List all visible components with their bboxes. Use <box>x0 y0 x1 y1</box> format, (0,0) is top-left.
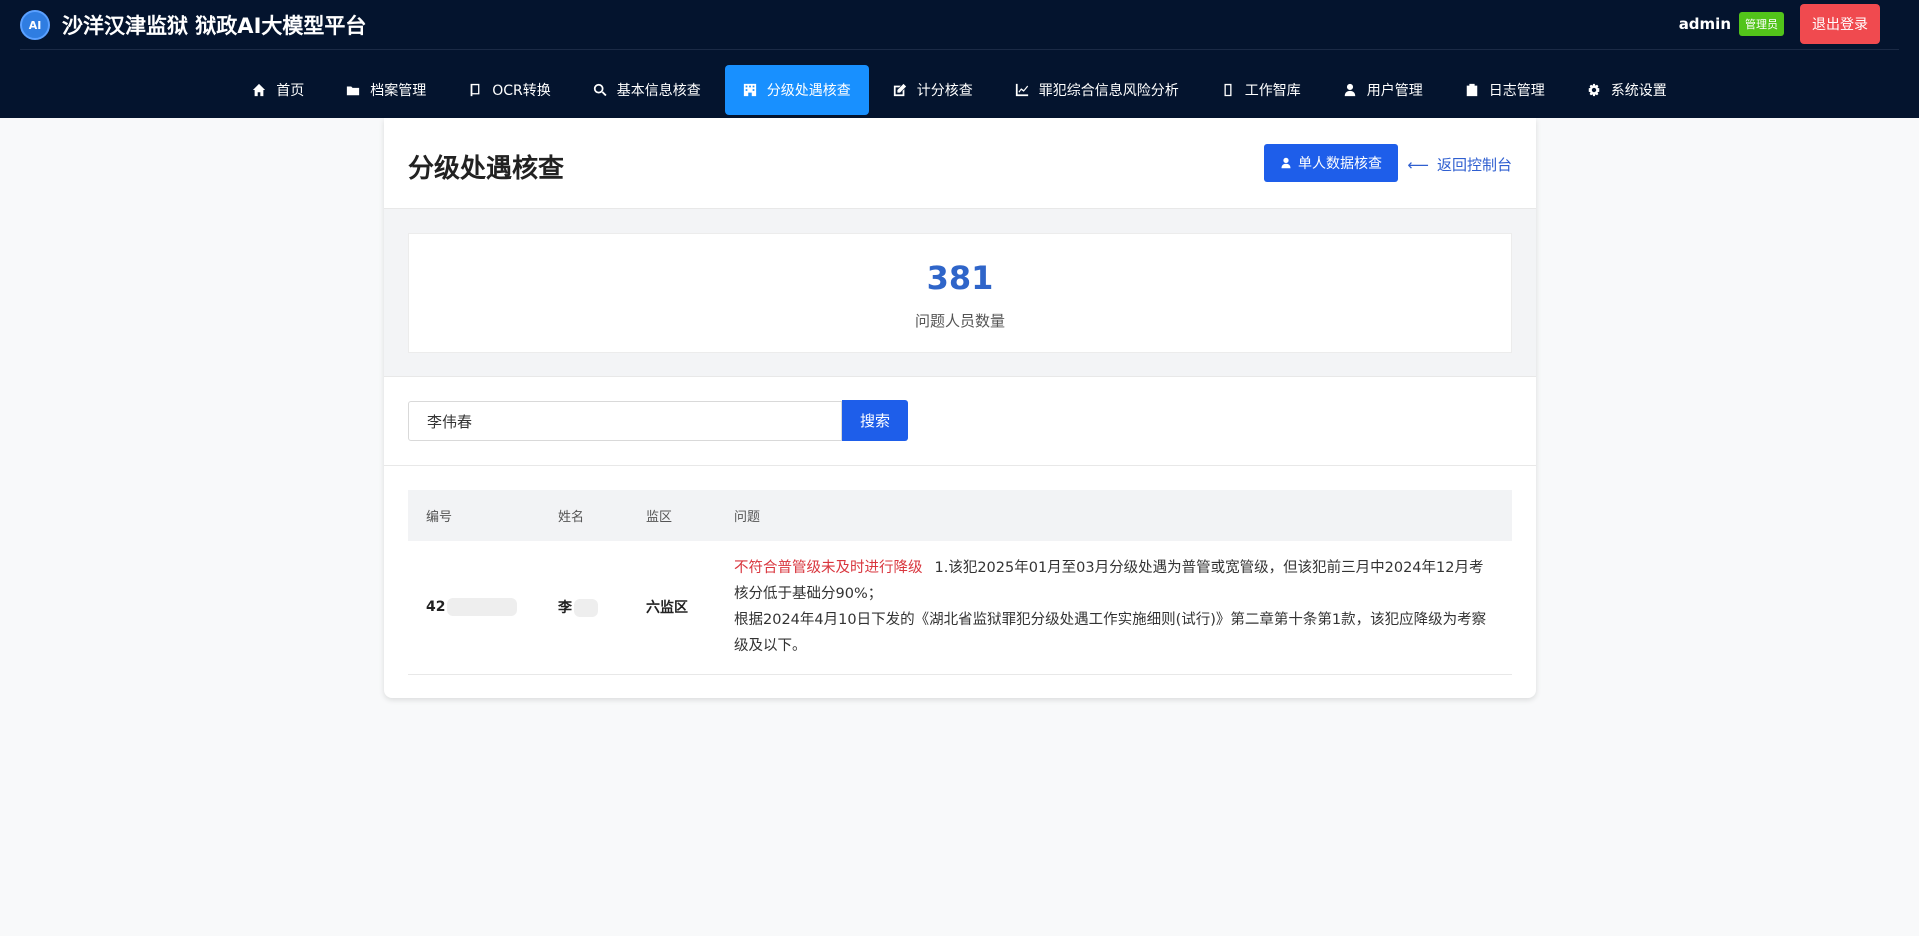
nav-item-grading[interactable]: 分级处遇核查 <box>724 65 869 115</box>
stat-value: 381 <box>926 259 994 297</box>
user-icon <box>1343 83 1357 97</box>
id-text: 42 <box>426 599 446 616</box>
cell-name: 李 <box>540 541 628 675</box>
nav-item-risk[interactable]: 罪犯综合信息风险分析 <box>997 65 1197 115</box>
column-header-name: 姓名 <box>558 510 585 525</box>
role-badge: 管理员 <box>1739 12 1784 36</box>
column-header-issue: 问题 <box>734 510 761 525</box>
stat-label: 问题人员数量 <box>914 312 1005 330</box>
issue-basis: 根据2024年4月10日下发的《湖北省监狱罪犯分级处遇工作实施细则(试行)》第二… <box>734 612 1487 655</box>
table-row: 42 李 六监区 不符合普管级未及时进行降级 1.该犯2025年01月至03月分级… <box>408 541 1512 675</box>
stat-card: 381 问题人员数量 <box>408 233 1512 353</box>
search-section: 搜索 <box>384 377 1536 466</box>
topbar-divider <box>20 49 1899 50</box>
nav-item-basic-info[interactable]: 基本信息核查 <box>575 65 719 115</box>
cell-id: 42 <box>408 541 540 675</box>
arrow-left-icon: ⟵ <box>1407 155 1429 174</box>
user-area: admin 管理员 退出登录 <box>1679 4 1880 44</box>
nav-item-ocr[interactable]: OCR转换 <box>450 65 569 115</box>
user-icon <box>1281 157 1291 169</box>
back-label: 返回控制台 <box>1436 156 1512 174</box>
results-table-wrap: 编号 姓名 监区 问题 42 李 六监区 不符合普管级未及时进行降级 1.该犯2… <box>384 466 1536 698</box>
stats-section: 381 问题人员数量 <box>384 209 1536 377</box>
cell-area: 六监区 <box>628 541 716 675</box>
brand: AI 沙洋汉津监狱 狱政AI大模型平台 <box>20 10 366 40</box>
back-to-console-link[interactable]: ⟵ 返回控制台 <box>1407 154 1512 175</box>
search-button[interactable]: 搜索 <box>842 400 908 441</box>
nav-label: 日志管理 <box>1488 83 1545 99</box>
clipboard-icon <box>1465 83 1479 97</box>
single-check-label: 单人数据核查 <box>1298 156 1382 172</box>
nav-label: 分级处遇核查 <box>766 83 851 99</box>
nav-label: 罪犯综合信息风险分析 <box>1038 83 1179 99</box>
search-input[interactable] <box>408 401 842 441</box>
main-card: 分级处遇核查 单人数据核查 ⟵ 返回控制台 381 问题人员数量 搜索 <box>384 118 1536 698</box>
gear-icon <box>1587 83 1601 97</box>
table-header-row: 编号 姓名 监区 问题 <box>408 490 1512 541</box>
nav-item-home[interactable]: 首页 <box>234 65 322 115</box>
nav-item-score[interactable]: 计分核查 <box>875 65 991 115</box>
nav-label: OCR转换 <box>492 83 551 99</box>
top-navbar: AI 沙洋汉津监狱 狱政AI大模型平台 admin 管理员 退出登录 首页 档案… <box>0 0 1919 118</box>
nav-label: 档案管理 <box>370 83 427 99</box>
nav-label: 工作智库 <box>1244 83 1301 99</box>
page-header: 分级处遇核查 单人数据核查 ⟵ 返回控制台 <box>384 118 1536 209</box>
nav-item-logs[interactable]: 日志管理 <box>1447 65 1563 115</box>
nav-item-settings[interactable]: 系统设置 <box>1569 65 1685 115</box>
home-icon <box>252 83 266 97</box>
nav-label: 首页 <box>276 83 305 99</box>
logo-icon: AI <box>20 10 50 40</box>
building-icon <box>743 83 757 97</box>
nav-item-knowledge[interactable]: 工作智库 <box>1203 65 1319 115</box>
masked-redaction <box>447 598 518 617</box>
nav-label: 用户管理 <box>1366 83 1423 99</box>
results-table: 编号 姓名 监区 问题 42 李 六监区 不符合普管级未及时进行降级 1.该犯2… <box>408 490 1512 675</box>
name-text: 李 <box>558 600 572 617</box>
nav-label: 计分核查 <box>916 83 973 99</box>
main-nav: 首页 档案管理 OCR转换 基本信息核查 分级处遇核查 计分核查 罪犯综合信息风… <box>0 65 1919 115</box>
nav-item-users[interactable]: 用户管理 <box>1325 65 1441 115</box>
column-header-id: 编号 <box>426 510 453 525</box>
book-icon <box>468 83 482 97</box>
column-header-area: 监区 <box>646 510 673 525</box>
username: admin <box>1678 15 1731 33</box>
edit-icon <box>893 83 907 97</box>
page-title: 分级处遇核查 <box>408 154 565 184</box>
nav-label: 系统设置 <box>1610 83 1667 99</box>
app-title: 沙洋汉津监狱 狱政AI大模型平台 <box>62 14 367 38</box>
masked-redaction <box>574 599 598 618</box>
folder-icon <box>346 83 360 97</box>
chart-icon <box>1015 83 1029 97</box>
single-check-button[interactable]: 单人数据核查 <box>1264 144 1398 182</box>
cell-issue: 不符合普管级未及时进行降级 1.该犯2025年01月至03月分级处遇为普管或宽管级… <box>716 541 1512 675</box>
logout-button[interactable]: 退出登录 <box>1800 4 1880 44</box>
nav-label: 基本信息核查 <box>616 83 701 99</box>
nav-item-archives[interactable]: 档案管理 <box>328 65 444 115</box>
mobile-icon <box>1221 83 1235 97</box>
search-icon <box>593 83 607 97</box>
issue-tag: 不符合普管级未及时进行降级 <box>734 560 923 577</box>
